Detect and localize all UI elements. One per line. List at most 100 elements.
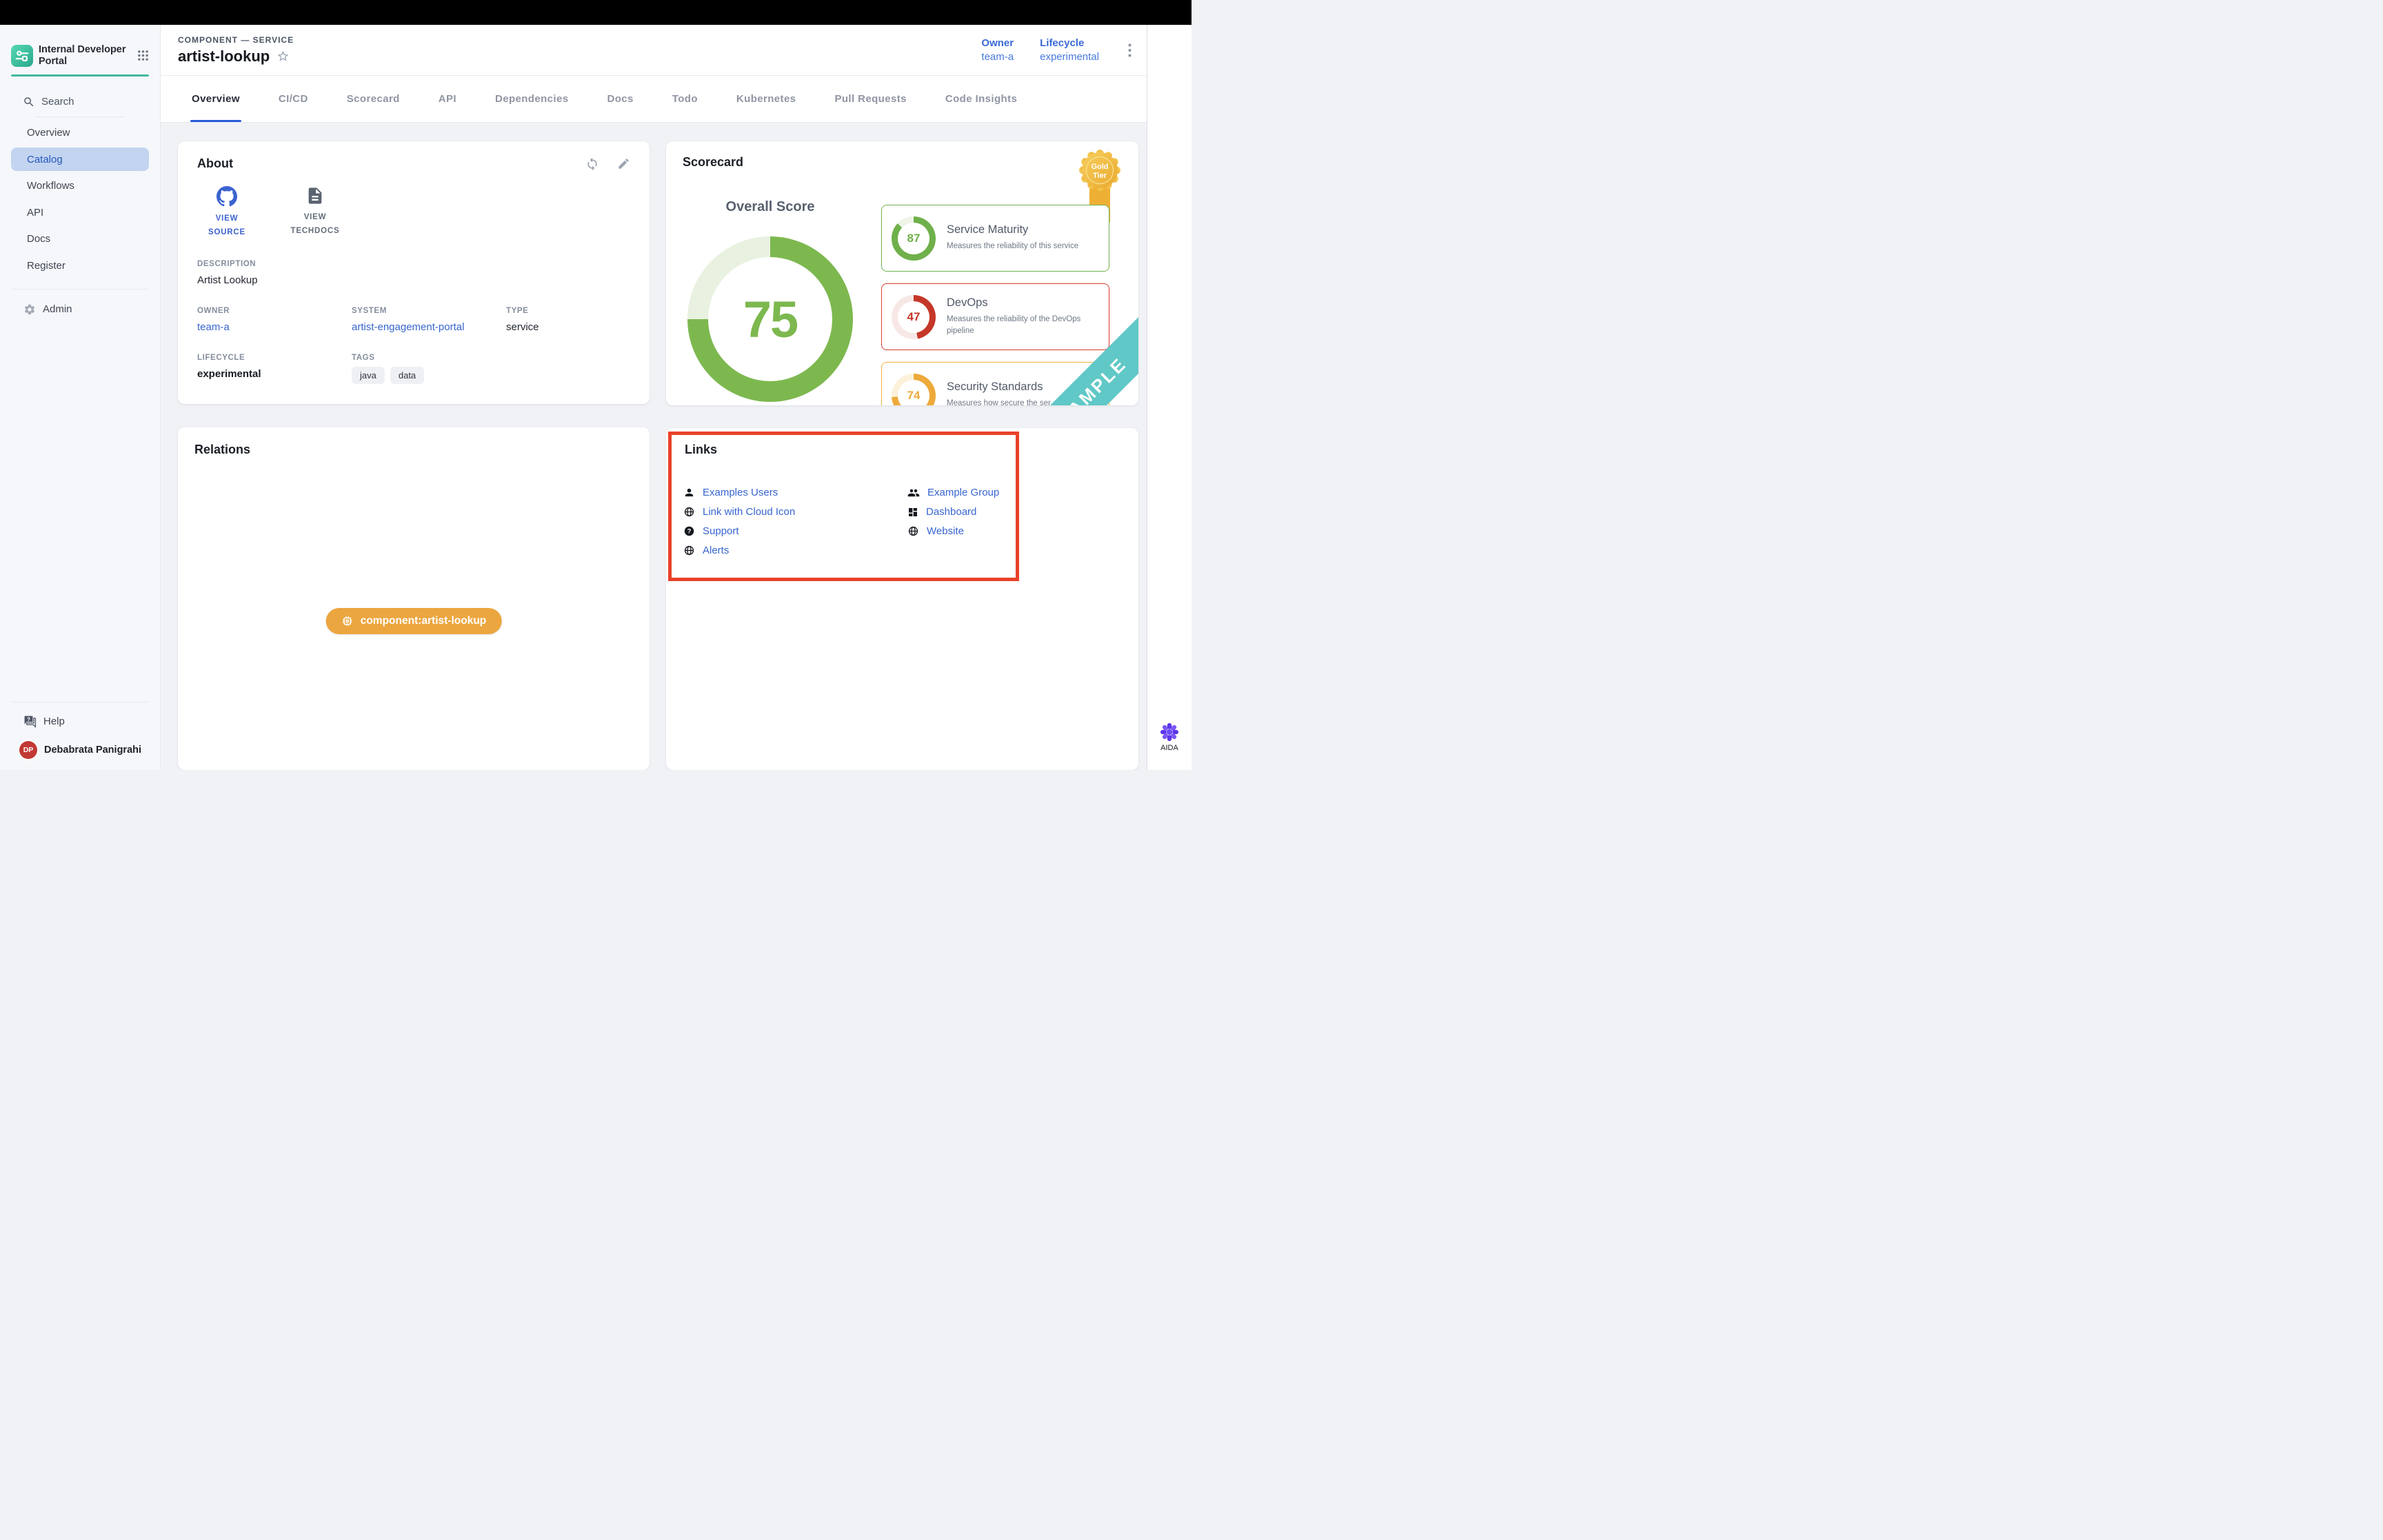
edit-pencil-icon[interactable]: [617, 157, 630, 171]
link-dashboard[interactable]: Dashboard: [907, 503, 1016, 522]
user-name: Debabrata Panigrahi: [44, 744, 141, 756]
metric-devops[interactable]: 47 DevOps Measures the reliability of th…: [881, 283, 1109, 350]
sidebar-item-admin[interactable]: Admin: [11, 298, 149, 321]
person-icon: [683, 487, 695, 498]
user-menu[interactable]: DP Debabrata Panigrahi: [11, 738, 149, 762]
apps-grid-icon[interactable]: [137, 50, 149, 61]
tag-chip: java: [352, 367, 385, 384]
tab-todo[interactable]: Todo: [672, 76, 698, 122]
owner-field: Owner team-a: [981, 37, 1014, 63]
system-menubar: [0, 0, 1192, 25]
link-alerts[interactable]: Alerts: [683, 541, 907, 560]
about-title: About: [197, 156, 233, 171]
search-icon: [23, 96, 35, 108]
brand: Internal Developer Portal: [11, 44, 149, 67]
metric-ring: 74: [892, 374, 936, 405]
chip-icon: [341, 615, 354, 627]
overview-content: About VIEW SO: [161, 123, 1147, 770]
aida-label: AIDA: [1160, 744, 1178, 752]
tab-cicd[interactable]: CI/CD: [279, 76, 308, 122]
right-gutter: AIDA: [1147, 25, 1192, 770]
sidebar-item-overview[interactable]: Overview: [11, 121, 149, 145]
lifecycle-field: LIFECYCLE experimental: [197, 354, 352, 384]
more-options-kebab-icon[interactable]: [1125, 41, 1134, 60]
scorecard-title: Scorecard: [683, 155, 1122, 170]
sidebar-item-docs[interactable]: Docs: [11, 227, 149, 251]
github-icon: [217, 186, 237, 207]
tab-code-insights[interactable]: Code Insights: [945, 76, 1017, 122]
metric-service-maturity[interactable]: 87 Service Maturity Measures the reliabi…: [881, 205, 1109, 272]
relation-node-component[interactable]: component:artist-lookup: [326, 608, 502, 634]
view-source-button[interactable]: VIEW SOURCE: [197, 186, 257, 239]
svg-text:?: ?: [27, 716, 30, 722]
admin-label: Admin: [43, 303, 72, 315]
links-highlight-frame: Links Examples Users: [668, 432, 1019, 581]
aida-flower-icon[interactable]: [1160, 722, 1179, 742]
brand-title: Internal Developer Portal: [39, 44, 132, 67]
tab-docs[interactable]: Docs: [607, 76, 633, 122]
sidebar-item-api[interactable]: API: [11, 201, 149, 224]
lifecycle-value: experimental: [1040, 51, 1099, 63]
lifecycle-field: Lifecycle experimental: [1040, 37, 1099, 63]
tab-scorecard[interactable]: Scorecard: [347, 76, 400, 122]
relations-title: Relations: [194, 443, 633, 457]
system-link[interactable]: artist-engagement-portal: [352, 321, 506, 333]
divider: [11, 289, 149, 290]
link-support[interactable]: ? Support: [683, 522, 907, 541]
description-value: Artist Lookup: [197, 274, 630, 286]
sidebar-nav: Overview Catalog Workflows API Docs Regi…: [11, 121, 149, 281]
system-field: SYSTEM artist-engagement-portal: [352, 307, 506, 333]
help-chat-icon: ?: [23, 715, 37, 728]
view-source-label: VIEW SOURCE: [197, 212, 257, 239]
tab-overview[interactable]: Overview: [192, 76, 240, 122]
help-circle-icon: ?: [683, 525, 695, 537]
overall-score-value: 75: [687, 236, 853, 402]
sidebar-footer: ? Help DP Debabrata Panigrahi: [0, 702, 160, 770]
link-example-group[interactable]: Example Group: [907, 483, 1016, 503]
type-field: TYPE service: [506, 307, 630, 333]
overall-score-donut: 75: [687, 236, 853, 402]
globe-icon: [683, 545, 695, 556]
overall-score-label: Overall Score: [687, 199, 853, 215]
tab-dependencies[interactable]: Dependencies: [495, 76, 569, 122]
lifecycle-label: Lifecycle: [1040, 37, 1099, 49]
badge-line1: Gold: [1091, 163, 1108, 171]
sidebar-item-help[interactable]: ? Help: [11, 711, 149, 731]
relations-card: Relations component:artist-lookup: [178, 427, 650, 770]
favorite-star-icon[interactable]: [276, 50, 290, 63]
links-card: Links Examples Users: [666, 428, 1138, 770]
badge-line2: Tier: [1093, 172, 1107, 180]
globe-icon: [683, 506, 695, 518]
sidebar-item-register[interactable]: Register: [11, 254, 149, 277]
owner-label: Owner: [981, 37, 1014, 49]
svg-text:?: ?: [687, 528, 692, 535]
view-techdocs-button[interactable]: VIEW TECHDOCS: [285, 186, 345, 239]
globe-icon: [907, 525, 919, 537]
view-techdocs-label: VIEW TECHDOCS: [285, 211, 345, 238]
owner-link[interactable]: team-a: [981, 51, 1014, 63]
scorecard-card: Scorecard: [666, 141, 1138, 405]
entity-header: COMPONENT — SERVICE artist-lookup Owner …: [161, 25, 1147, 76]
sidebar-item-workflows[interactable]: Workflows: [11, 174, 149, 198]
links-title: Links: [685, 443, 1016, 457]
link-examples-users[interactable]: Examples Users: [683, 483, 907, 503]
search-label: Search: [41, 96, 74, 108]
sidebar-item-catalog[interactable]: Catalog: [11, 148, 149, 171]
entity-tabs: Overview CI/CD Scorecard API Dependencie…: [161, 76, 1147, 123]
document-icon: [305, 186, 325, 205]
gear-icon: [23, 303, 36, 316]
tab-api[interactable]: API: [439, 76, 456, 122]
link-website[interactable]: Website: [907, 522, 1016, 541]
main-area: COMPONENT — SERVICE artist-lookup Owner …: [161, 25, 1147, 770]
tab-pull-requests[interactable]: Pull Requests: [834, 76, 906, 122]
metric-ring: 47: [892, 295, 936, 339]
description-label: DESCRIPTION: [197, 260, 630, 268]
divider: [36, 116, 124, 117]
link-link-with-cloud-icon[interactable]: Link with Cloud Icon: [683, 503, 907, 522]
tags-field: TAGS java data: [352, 354, 506, 384]
refresh-icon[interactable]: [585, 157, 599, 171]
scorecard-metrics: 87 Service Maturity Measures the reliabi…: [881, 205, 1109, 405]
sidebar-search[interactable]: Search: [23, 94, 149, 110]
owner-link[interactable]: team-a: [197, 321, 352, 333]
tab-kubernetes[interactable]: Kubernetes: [736, 76, 796, 122]
